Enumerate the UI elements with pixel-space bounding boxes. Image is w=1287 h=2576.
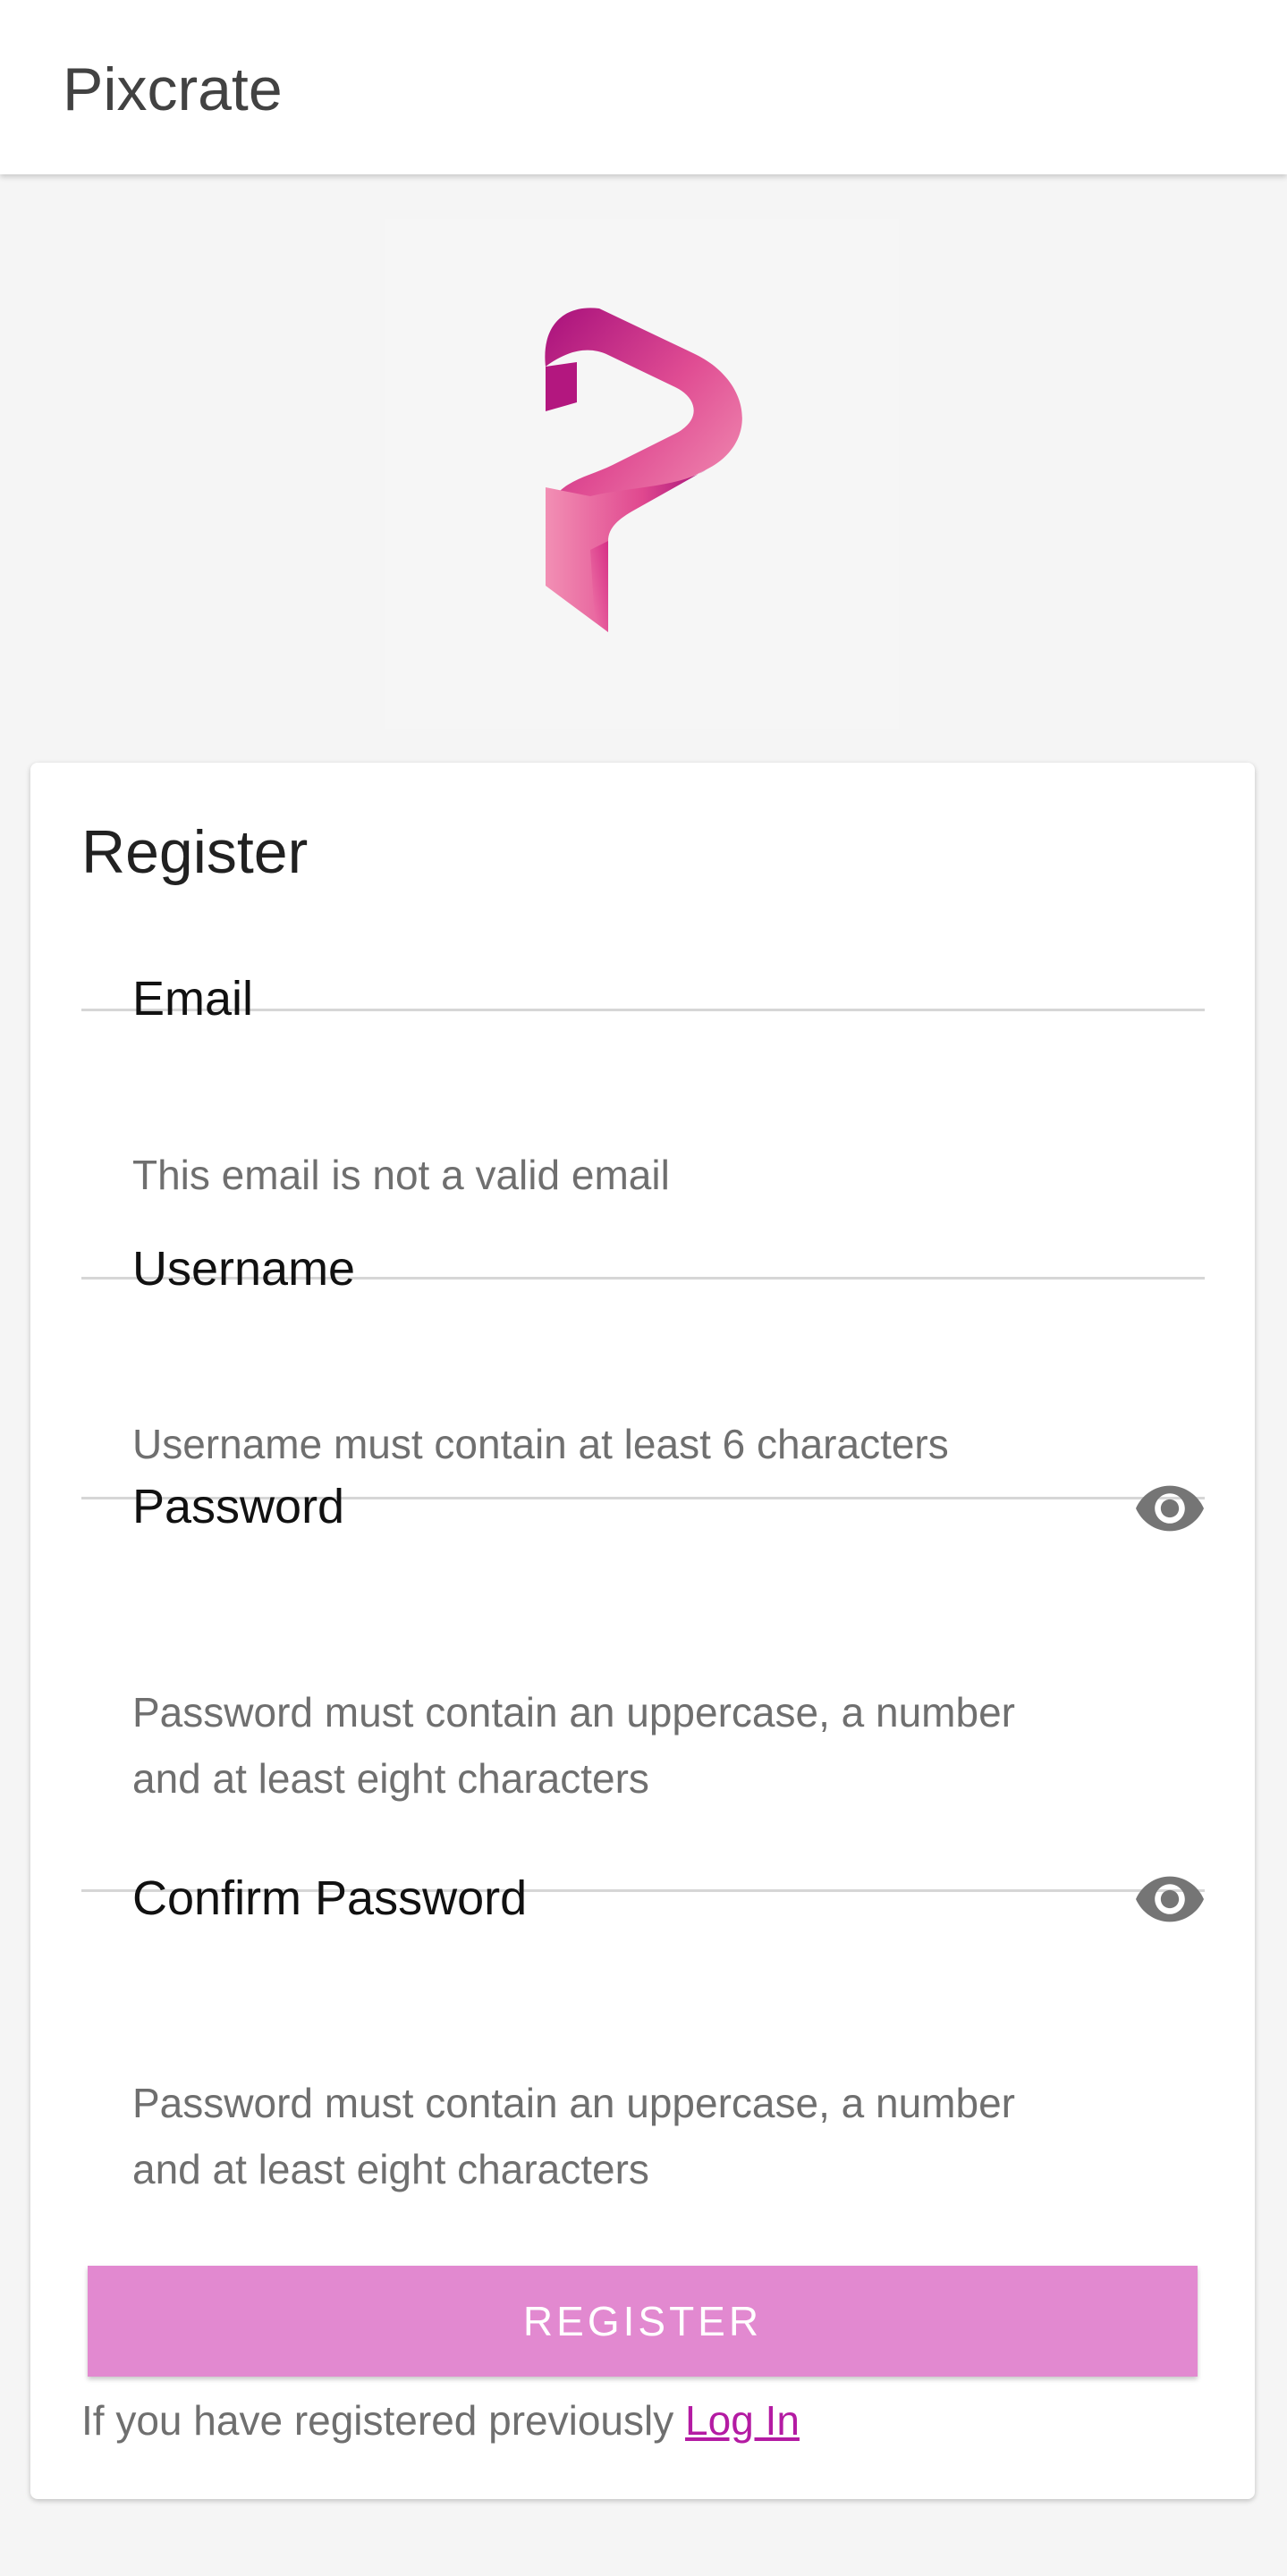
eye-icon[interactable]	[1136, 1876, 1204, 1922]
login-prompt-text: If you have registered previously	[81, 2397, 686, 2444]
app-bar: Pixcrate	[0, 0, 1287, 174]
register-button[interactable]: REGISTER	[88, 2266, 1198, 2377]
confirm-password-helper-line1: Password must contain an uppercase, a nu…	[132, 2080, 1015, 2126]
login-link[interactable]: Log In	[685, 2397, 800, 2444]
app-title: Pixcrate	[63, 55, 283, 123]
password-helper-line1: Password must contain an uppercase, a nu…	[132, 1689, 1015, 1736]
register-card: Register Email This email is not a valid…	[30, 763, 1255, 2499]
confirm-password-helper-line2: and at least eight characters	[132, 2146, 649, 2192]
pixcrate-logo-icon	[545, 308, 742, 632]
register-title: Register	[81, 818, 309, 886]
email-label: Email	[132, 972, 254, 1026]
username-label: Username	[132, 1242, 356, 1296]
password-label: Password	[132, 1480, 345, 1533]
confirm-password-label: Confirm Password	[132, 1871, 528, 1925]
login-prompt: If you have registered previously Log In	[81, 2392, 800, 2449]
logo-image	[385, 219, 899, 729]
eye-icon[interactable]	[1136, 1485, 1204, 1532]
